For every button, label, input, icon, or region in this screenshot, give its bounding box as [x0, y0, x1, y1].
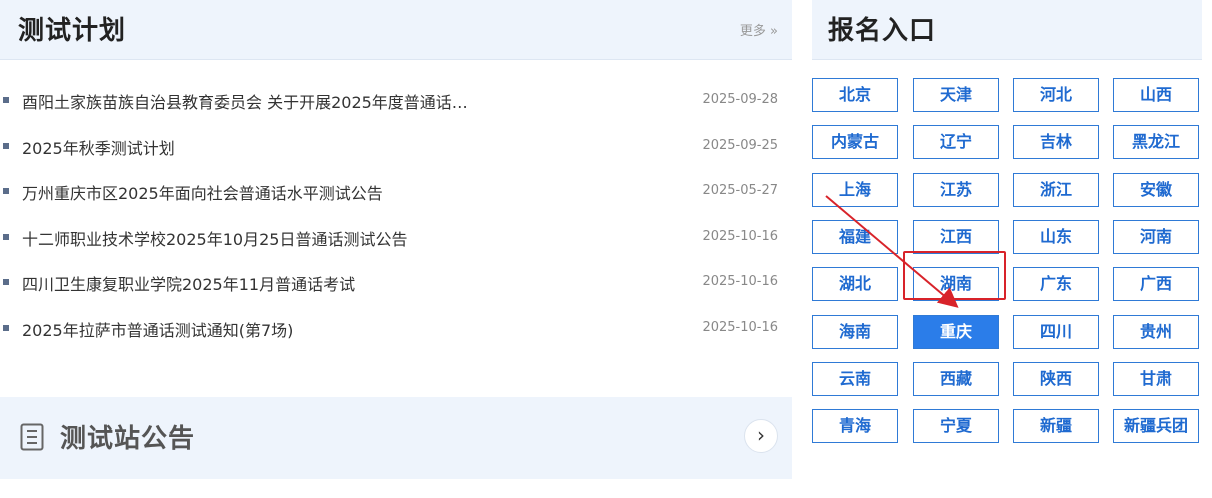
test-plan-title: 测试计划	[18, 16, 127, 46]
province-button[interactable]: 天津	[913, 78, 999, 112]
province-button[interactable]: 辽宁	[913, 125, 999, 160]
province-button[interactable]: 宁夏	[913, 409, 999, 444]
more-link[interactable]: 更多 »	[740, 20, 778, 39]
province-button[interactable]: 四川	[1013, 314, 1099, 349]
province-button[interactable]: 北京	[812, 78, 898, 112]
station-notice-title: 测试站公告	[60, 424, 196, 454]
bullet-icon	[3, 233, 9, 240]
list-item: 万州重庆市区2025年面向社会普通话水平测试公告 2025-05-27	[0, 171, 792, 217]
province-button[interactable]: 河北	[1013, 78, 1099, 112]
news-date: 2025-10-16	[702, 319, 778, 335]
province-button[interactable]: 山西	[1113, 78, 1199, 112]
province-button[interactable]: 重庆	[913, 314, 999, 349]
bullet-icon	[3, 97, 9, 103]
list-item: 四川卫生康复职业学院2025年11月普通话考试 2025-10-16	[0, 262, 792, 308]
news-title-link[interactable]: 酉阳土家族苗族自治县教育委员会 关于开展2025年度普通话…	[22, 89, 468, 113]
province-button[interactable]: 云南	[812, 361, 898, 396]
province-button[interactable]: 湖北	[812, 267, 898, 302]
news-date: 2025-09-28	[702, 92, 778, 107]
test-plan-list: 酉阳土家族苗族自治县教育委员会 关于开展2025年度普通话… 2025-09-2…	[0, 80, 792, 354]
chevron-right-icon[interactable]: ›	[744, 419, 778, 453]
news-title-link[interactable]: 2025年拉萨市普通话测试通知(第7场)	[22, 317, 293, 341]
registration-panel: 报名入口 北京 天津 河北 山西内蒙古 辽宁 吉林 黑龙江上海 江苏 浙江 安徽福建 江西 山东 河南湖…	[812, 0, 1202, 498]
province-button[interactable]: 江西	[913, 219, 999, 254]
province-button[interactable]: 陕西	[1013, 361, 1099, 396]
test-plan-header: 测试计划 更多 »	[0, 0, 792, 60]
bullet-icon	[3, 142, 9, 149]
registration-header: 报名入口	[812, 0, 1202, 60]
province-button[interactable]: 新疆兵团	[1113, 409, 1199, 444]
province-button[interactable]: 海南	[812, 314, 898, 349]
province-button[interactable]: 吉林	[1013, 125, 1099, 160]
list-item: 酉阳土家族苗族自治县教育委员会 关于开展2025年度普通话… 2025-09-2…	[0, 80, 792, 126]
news-date: 2025-05-27	[702, 183, 778, 199]
document-icon	[20, 423, 44, 451]
news-date: 2025-10-16	[702, 274, 778, 290]
province-button[interactable]: 内蒙古	[812, 125, 898, 160]
registration-title: 报名入口	[828, 16, 937, 46]
province-button[interactable]: 江苏	[913, 172, 999, 207]
province-button[interactable]: 黑龙江	[1113, 125, 1199, 160]
province-button[interactable]: 广东	[1013, 267, 1099, 302]
list-item: 2025年拉萨市普通话测试通知(第7场) 2025-10-16	[0, 308, 792, 354]
list-item: 2025年秋季测试计划 2025-09-25	[0, 126, 792, 172]
list-item: 十二师职业技术学校2025年10月25日普通话测试公告 2025-10-16	[0, 217, 792, 263]
province-button[interactable]: 新疆	[1013, 409, 1099, 444]
test-plan-panel: 测试计划 更多 » 酉阳土家族苗族自治县教育委员会 关于开展2025年度普通话……	[0, 0, 792, 498]
province-button[interactable]: 山东	[1013, 219, 1099, 254]
province-button[interactable]: 浙江	[1013, 172, 1099, 207]
news-title-link[interactable]: 四川卫生康复职业学院2025年11月普通话考试	[22, 271, 355, 295]
news-title-link[interactable]: 万州重庆市区2025年面向社会普通话水平测试公告	[22, 180, 383, 204]
bullet-icon	[3, 188, 9, 195]
province-button[interactable]: 甘肃	[1113, 361, 1199, 396]
province-button[interactable]: 上海	[812, 172, 898, 207]
province-button[interactable]: 西藏	[913, 361, 999, 396]
station-notice-panel[interactable]: 测试站公告 ›	[0, 397, 792, 479]
bullet-icon	[3, 324, 9, 331]
province-button[interactable]: 湖南	[913, 267, 999, 302]
province-button[interactable]: 贵州	[1113, 314, 1199, 349]
province-button[interactable]: 青海	[812, 409, 898, 444]
province-button[interactable]: 安徽	[1113, 172, 1199, 207]
news-date: 2025-09-25	[702, 137, 778, 153]
news-title-link[interactable]: 十二师职业技术学校2025年10月25日普通话测试公告	[22, 226, 407, 250]
province-button[interactable]: 广西	[1113, 267, 1199, 302]
bullet-icon	[3, 279, 9, 286]
province-button[interactable]: 河南	[1113, 219, 1199, 254]
news-title-link[interactable]: 2025年秋季测试计划	[22, 135, 175, 159]
news-date: 2025-10-16	[702, 228, 778, 244]
province-button[interactable]: 福建	[812, 219, 898, 254]
